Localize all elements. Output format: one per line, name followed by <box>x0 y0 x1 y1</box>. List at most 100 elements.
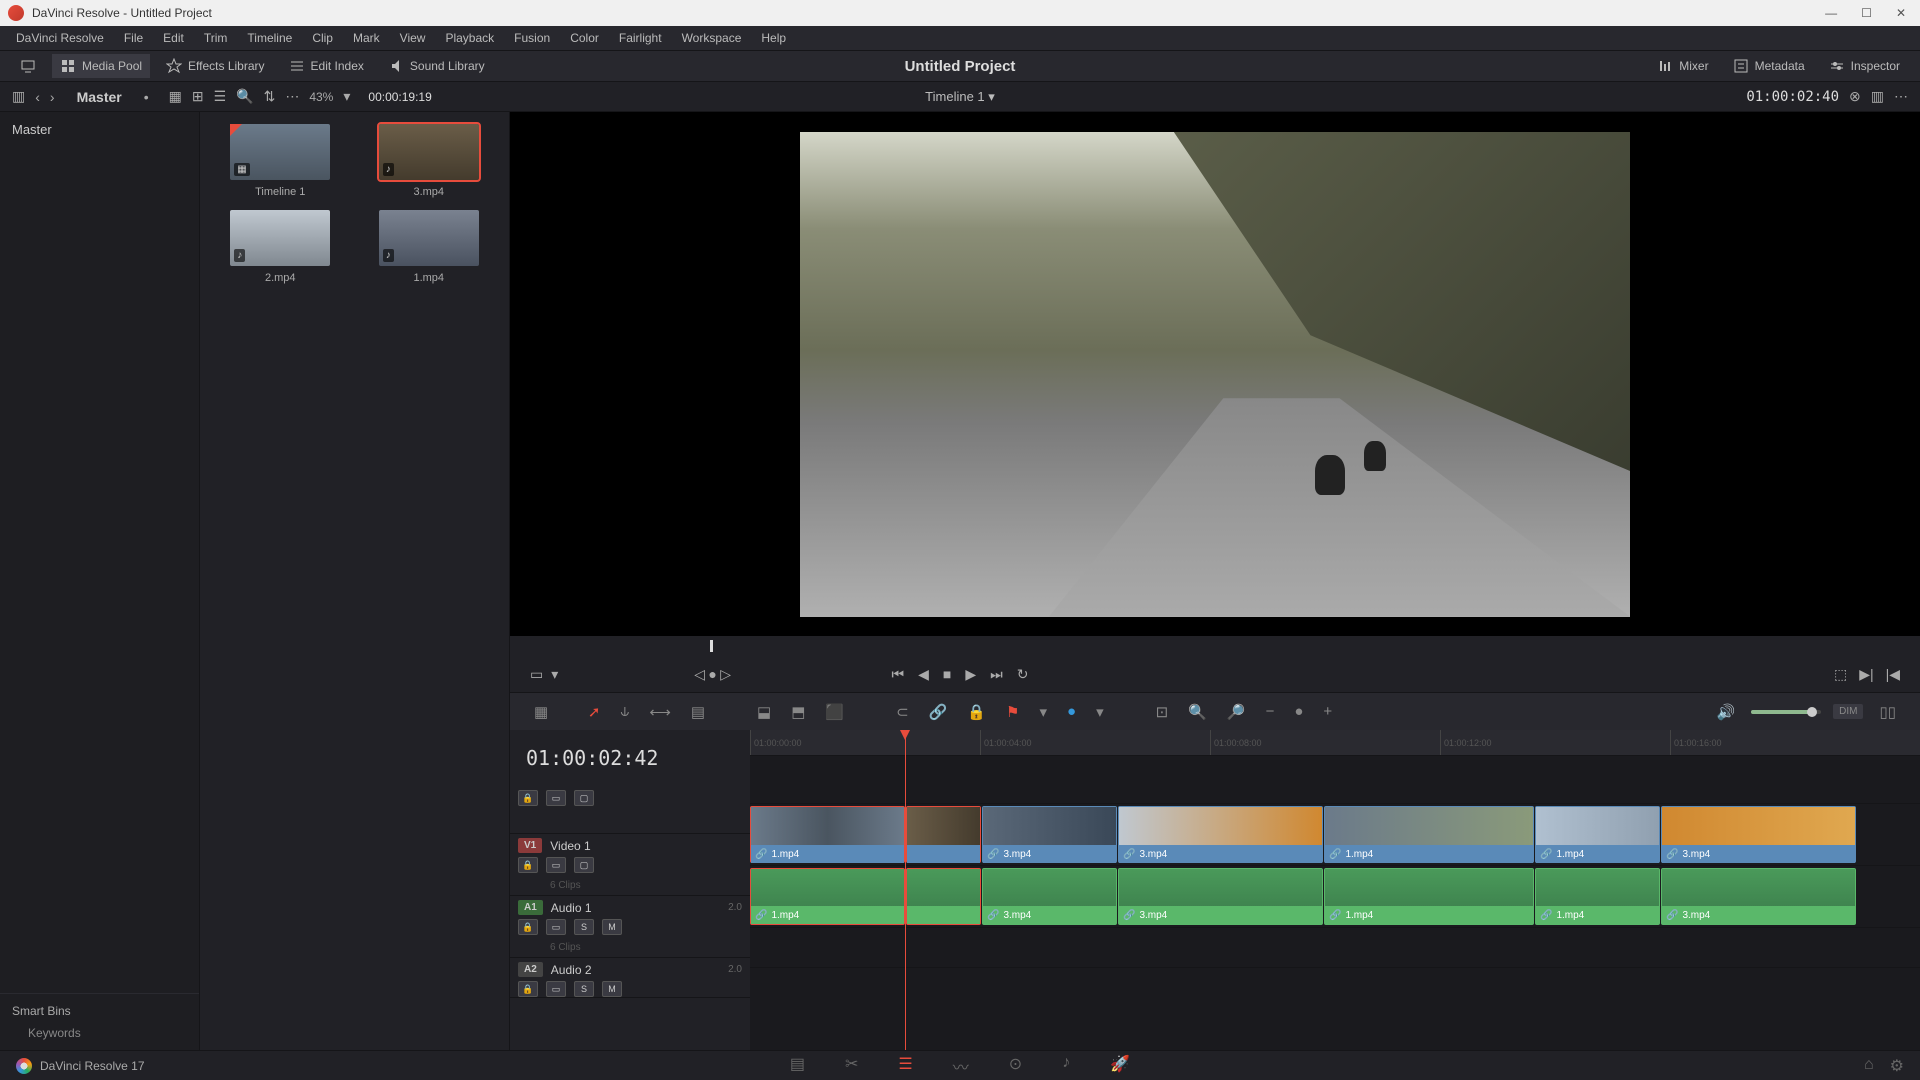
next-edit-icon[interactable]: ▷ <box>720 666 731 682</box>
video-clip[interactable]: 🔗3.mp4 <box>1661 806 1856 863</box>
media-pool-button[interactable]: Media Pool <box>52 54 150 78</box>
snap-icon[interactable]: ⊂ <box>892 699 913 725</box>
audio-clip[interactable]: 🔗3.mp4 <box>1118 868 1323 925</box>
media-clip[interactable]: ♪ 1.mp4 <box>361 210 498 284</box>
minimize-button[interactable]: — <box>1819 4 1843 22</box>
video-clip[interactable] <box>906 806 981 863</box>
scrubber-handle[interactable] <box>710 640 713 652</box>
track-lane-v1[interactable]: 🔗1.mp4 🔗3.mp4 🔗3.mp4 🔗1.mp4 🔗1.mp4 🔗3.mp… <box>750 804 1920 866</box>
zoom-in-icon[interactable]: + <box>1319 699 1336 724</box>
menu-clip[interactable]: Clip <box>304 28 341 48</box>
track-auto-icon[interactable]: ▭ <box>546 919 566 935</box>
color-page-tab[interactable]: ⊙ <box>1009 1054 1022 1078</box>
menu-file[interactable]: File <box>116 28 151 48</box>
track-solo-button[interactable]: S <box>574 981 594 997</box>
track-tag[interactable]: A2 <box>518 962 543 977</box>
media-clip[interactable]: ♪ 3.mp4 <box>361 124 498 198</box>
viewer-mode-dropdown-icon[interactable]: ▾ <box>551 666 558 683</box>
play-reverse-button[interactable]: ◀ <box>918 666 929 683</box>
track-lane-v2[interactable] <box>750 756 1920 804</box>
loop-button[interactable]: ↻ <box>1017 666 1029 683</box>
home-button[interactable]: ⌂ <box>1864 1056 1874 1076</box>
stop-button[interactable]: ■ <box>943 666 951 682</box>
video-clip[interactable]: 🔗1.mp4 <box>1535 806 1660 863</box>
overwrite-clip-icon[interactable]: ⬒ <box>787 699 809 725</box>
track-tag[interactable]: V1 <box>518 838 542 853</box>
metadata-button[interactable]: Metadata <box>1725 54 1813 78</box>
edit-page-tab[interactable]: ☰ <box>898 1054 912 1078</box>
view-grid-icon[interactable]: ⊞ <box>192 88 204 105</box>
timeline-ruler[interactable]: 01:00:00:00 01:00:04:00 01:00:08:00 01:0… <box>750 730 1920 756</box>
media-clip[interactable]: ▦ Timeline 1 <box>212 124 349 198</box>
timeline-tracks[interactable]: 01:00:00:00 01:00:04:00 01:00:08:00 01:0… <box>750 730 1920 1050</box>
out-point-icon[interactable]: |◀ <box>1886 666 1900 683</box>
menu-view[interactable]: View <box>392 28 434 48</box>
menu-playback[interactable]: Playback <box>437 28 502 48</box>
maximize-button[interactable]: ☐ <box>1855 4 1878 22</box>
track-disable-icon[interactable]: ▢ <box>574 790 594 806</box>
flag-icon[interactable]: ⚑ <box>1002 699 1023 725</box>
track-solo-button[interactable]: S <box>574 919 594 935</box>
audio-clip[interactable]: 🔗1.mp4 <box>1324 868 1534 925</box>
zoom-dropdown-icon[interactable]: ▾ <box>343 88 350 105</box>
menu-workspace[interactable]: Workspace <box>674 28 750 48</box>
bin-options-icon[interactable]: • <box>144 89 149 105</box>
cut-page-tab[interactable]: ✂ <box>845 1054 858 1078</box>
audio-clip[interactable]: 🔗1.mp4 <box>1535 868 1660 925</box>
marker-icon[interactable]: ● <box>1063 699 1080 724</box>
track-header-v2[interactable]: 🔒 ▭ ▢ <box>510 786 750 834</box>
media-clip[interactable]: ♪ 2.mp4 <box>212 210 349 284</box>
program-viewer[interactable] <box>510 112 1920 636</box>
sidebar-toggle-icon[interactable]: ▥ <box>12 88 25 105</box>
track-lane-a2[interactable] <box>750 928 1920 968</box>
menu-fusion[interactable]: Fusion <box>506 28 558 48</box>
last-frame-button[interactable]: ⏭ <box>990 666 1003 683</box>
match-frame-icon[interactable]: ⬚ <box>1834 666 1847 683</box>
more-icon[interactable]: ⋯ <box>285 88 299 105</box>
track-lane-a1[interactable]: 🔗1.mp4 🔗3.mp4 🔗3.mp4 🔗1.mp4 🔗1.mp4 🔗3.mp… <box>750 866 1920 928</box>
menu-mark[interactable]: Mark <box>345 28 388 48</box>
video-clip[interactable]: 🔗1.mp4 <box>1324 806 1534 863</box>
menu-color[interactable]: Color <box>562 28 607 48</box>
view-thumb-icon[interactable]: ▦ <box>169 88 182 105</box>
dynamic-trim-icon[interactable]: ⟷ <box>645 699 675 725</box>
volume-slider[interactable] <box>1751 710 1821 714</box>
timeline-playhead[interactable] <box>905 730 906 1050</box>
effects-library-button[interactable]: Effects Library <box>158 54 272 78</box>
menu-timeline[interactable]: Timeline <box>239 28 300 48</box>
track-lock-icon[interactable]: 🔒 <box>518 981 538 997</box>
sort-icon[interactable]: ⇅ <box>264 88 276 105</box>
smart-bins-header[interactable]: Smart Bins <box>12 1004 187 1018</box>
selection-tool-icon[interactable]: ➚ <box>584 699 605 725</box>
custom-zoom-icon[interactable]: 🔎 <box>1223 699 1250 725</box>
viewer-more-icon[interactable]: ⋯ <box>1894 88 1908 105</box>
bin-master[interactable]: Master <box>12 122 52 137</box>
first-frame-button[interactable]: ⏮ <box>892 666 905 683</box>
zoom-percent[interactable]: 43% <box>309 90 333 104</box>
track-auto-icon[interactable]: ▭ <box>546 857 566 873</box>
search-icon[interactable]: 🔍 <box>236 88 253 105</box>
meters-icon[interactable]: ▯▯ <box>1875 699 1900 725</box>
track-lock-icon[interactable]: 🔒 <box>518 857 538 873</box>
zoom-slider[interactable]: ● <box>1290 699 1307 724</box>
trim-tool-icon[interactable]: ⫝ <box>616 699 633 724</box>
menu-edit[interactable]: Edit <box>155 28 192 48</box>
track-tag[interactable]: A1 <box>518 900 543 915</box>
video-clip[interactable]: 🔗3.mp4 <box>1118 806 1323 863</box>
menu-trim[interactable]: Trim <box>196 28 236 48</box>
dual-viewer-icon[interactable]: ▥ <box>1871 88 1884 105</box>
settings-button[interactable]: ⚙ <box>1890 1056 1904 1076</box>
video-clip[interactable]: 🔗3.mp4 <box>982 806 1117 863</box>
edit-index-button[interactable]: Edit Index <box>281 54 372 78</box>
link-icon[interactable]: 🔗 <box>925 699 952 725</box>
replace-clip-icon[interactable]: ⬛ <box>821 699 848 725</box>
playhead-dot-icon[interactable]: ● <box>708 666 716 682</box>
menu-help[interactable]: Help <box>753 28 794 48</box>
track-header-a2[interactable]: A2 Audio 2 2.0 🔒 ▭ S M <box>510 958 750 998</box>
audio-clip[interactable]: 🔗3.mp4 <box>982 868 1117 925</box>
viewer-mode-icon[interactable]: ▭ <box>530 666 543 683</box>
view-list-icon[interactable]: ☰ <box>214 88 227 105</box>
track-header-v1[interactable]: V1 Video 1 🔒 ▭ ▢ 6 Clips <box>510 834 750 896</box>
track-mute-button[interactable]: M <box>602 981 622 997</box>
audio-clip[interactable]: 🔗1.mp4 <box>750 868 905 925</box>
